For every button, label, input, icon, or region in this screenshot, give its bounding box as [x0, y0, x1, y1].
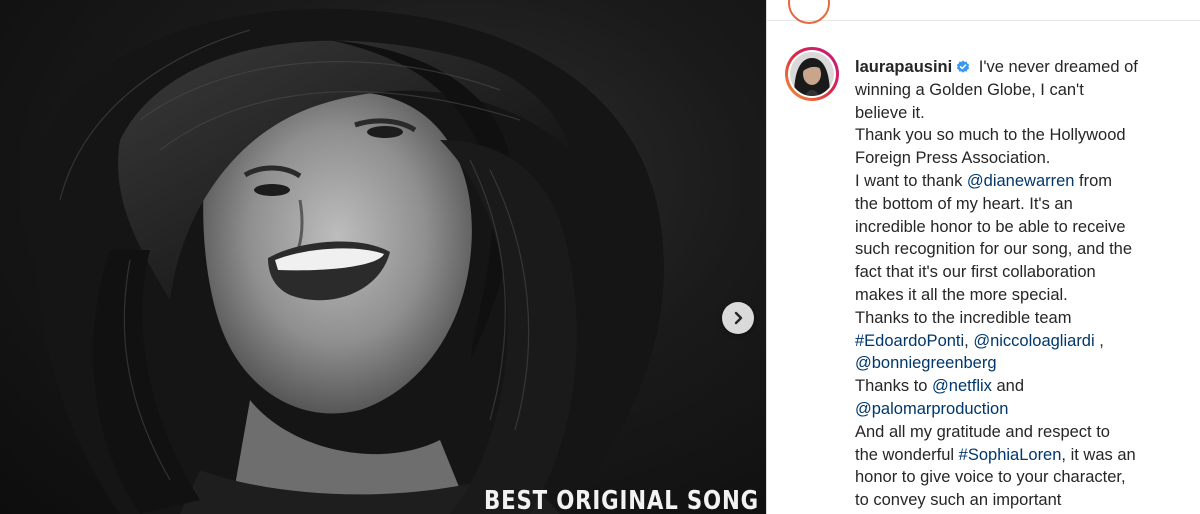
caption-panel: laurapausini I've never dreamed of winni… — [766, 0, 1200, 514]
caption-line-4: Thank you so much to the Hollywood — [855, 126, 1126, 145]
caption-line-20: to convey such an important — [855, 491, 1062, 510]
caption-line-9: such recognition for our song, and the — [855, 240, 1133, 259]
verified-badge-icon — [957, 60, 970, 73]
author-username[interactable]: laurapausini — [855, 58, 952, 76]
caption-line-3: believe it. — [855, 103, 925, 122]
hashtag-sophialoren[interactable]: #SophiaLoren — [959, 446, 1062, 464]
caption-line-6-text: I want to thank — [855, 171, 967, 190]
photo-caption-text: BEST ORIGINAL SONG — [484, 486, 759, 514]
caption-line-8: incredible honor to be able to receive — [855, 217, 1126, 236]
caption-line-15-tail: and — [991, 377, 1025, 396]
avatar-image — [790, 52, 834, 96]
chevron-right-icon — [734, 311, 743, 325]
mention-niccoloagliardi[interactable]: @niccoloagliardi — [973, 332, 1094, 350]
post-caption: laurapausini I've never dreamed of winni… — [855, 56, 1175, 512]
caption-line-18-text: the wonderful — [855, 445, 959, 464]
mention-palomarproduction[interactable]: @palomarproduction — [855, 400, 1008, 418]
caption-line-17: And all my gratitude and respect to — [855, 422, 1110, 441]
mention-netflix[interactable]: @netflix — [932, 377, 992, 395]
caption-line-10: fact that it's our first collaboration — [855, 263, 1096, 282]
caption-line-13-sep: , — [964, 331, 974, 350]
header-avatar[interactable] — [788, 0, 830, 24]
caption-line-6-tail: from — [1074, 171, 1113, 190]
caption-line-19: honor to give voice to your character, — [855, 468, 1126, 487]
post-photo[interactable]: BEST ORIGINAL SONG — [0, 0, 766, 514]
next-image-button[interactable] — [722, 302, 754, 334]
caption-line-15-text: Thanks to — [855, 377, 933, 396]
caption-line-5: Foreign Press Association. — [855, 149, 1051, 168]
hashtag-edoardoponti[interactable]: #EdoardoPonti — [855, 332, 964, 350]
caption-line-13-tail: , — [1094, 331, 1104, 350]
caption-line-7: the bottom of my heart. It's an — [855, 194, 1073, 213]
caption-line-18-tail: , it was an — [1061, 445, 1136, 464]
caption-line-12: Thanks to the incredible team — [855, 308, 1072, 327]
caption-line-1: I've never dreamed of — [974, 58, 1138, 76]
caption-line-11: makes it all the more special. — [855, 285, 1068, 304]
mention-dianewarren[interactable]: @dianewarren — [967, 172, 1075, 190]
avatar[interactable] — [785, 47, 839, 101]
caption-line-2: winning a Golden Globe, I can't — [855, 80, 1084, 99]
mention-bonniegreenberg[interactable]: @bonniegreenberg — [855, 354, 997, 372]
post-header — [767, 0, 1200, 24]
portrait-image — [34, 9, 664, 514]
